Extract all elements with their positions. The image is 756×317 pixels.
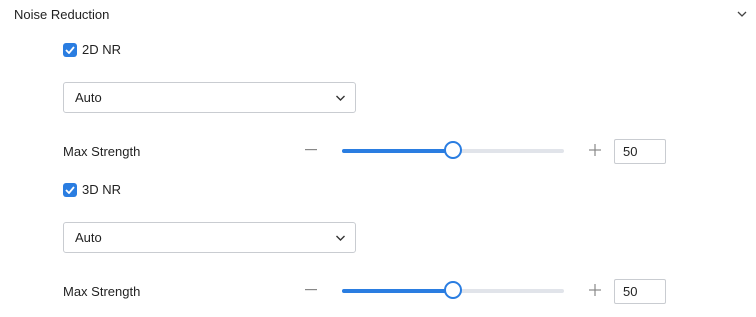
checkmark-icon bbox=[65, 46, 75, 54]
nr3d-slider-fill bbox=[342, 289, 453, 293]
minus-icon bbox=[305, 149, 317, 151]
nr2d-strength-label: Max Strength bbox=[63, 144, 141, 159]
nr2d-increase-button[interactable] bbox=[587, 142, 603, 158]
plus-icon bbox=[589, 284, 601, 296]
nr2d-mode-select[interactable]: Auto bbox=[63, 82, 356, 113]
chevron-down-icon bbox=[336, 95, 345, 101]
nr3d-mode-select[interactable]: Auto bbox=[63, 222, 356, 253]
nr2d-checkbox-row[interactable]: 2D NR bbox=[63, 41, 121, 59]
nr2d-mode-value: Auto bbox=[75, 90, 102, 105]
chevron-down-icon bbox=[336, 235, 345, 241]
nr3d-label: 3D NR bbox=[82, 182, 122, 197]
nr3d-increase-button[interactable] bbox=[587, 282, 603, 298]
nr3d-mode-value: Auto bbox=[75, 230, 102, 245]
nr3d-slider-thumb[interactable] bbox=[444, 281, 462, 299]
nr2d-checkbox[interactable] bbox=[63, 43, 77, 57]
nr2d-decrease-button[interactable] bbox=[303, 142, 319, 158]
nr3d-strength-label: Max Strength bbox=[63, 284, 141, 299]
nr2d-strength-input[interactable] bbox=[614, 139, 666, 164]
nr2d-slider-thumb[interactable] bbox=[444, 141, 462, 159]
plus-icon bbox=[589, 144, 601, 156]
nr2d-label: 2D NR bbox=[82, 42, 122, 57]
nr2d-slider-fill bbox=[342, 149, 453, 153]
nr3d-checkbox[interactable] bbox=[63, 183, 77, 197]
checkmark-icon bbox=[65, 186, 75, 194]
nr3d-checkbox-row[interactable]: 3D NR bbox=[63, 181, 121, 199]
section-title: Noise Reduction bbox=[14, 7, 110, 22]
nr3d-decrease-button[interactable] bbox=[303, 282, 319, 298]
minus-icon bbox=[305, 289, 317, 291]
nr3d-strength-input[interactable] bbox=[614, 279, 666, 304]
chevron-down-icon[interactable] bbox=[736, 9, 748, 19]
